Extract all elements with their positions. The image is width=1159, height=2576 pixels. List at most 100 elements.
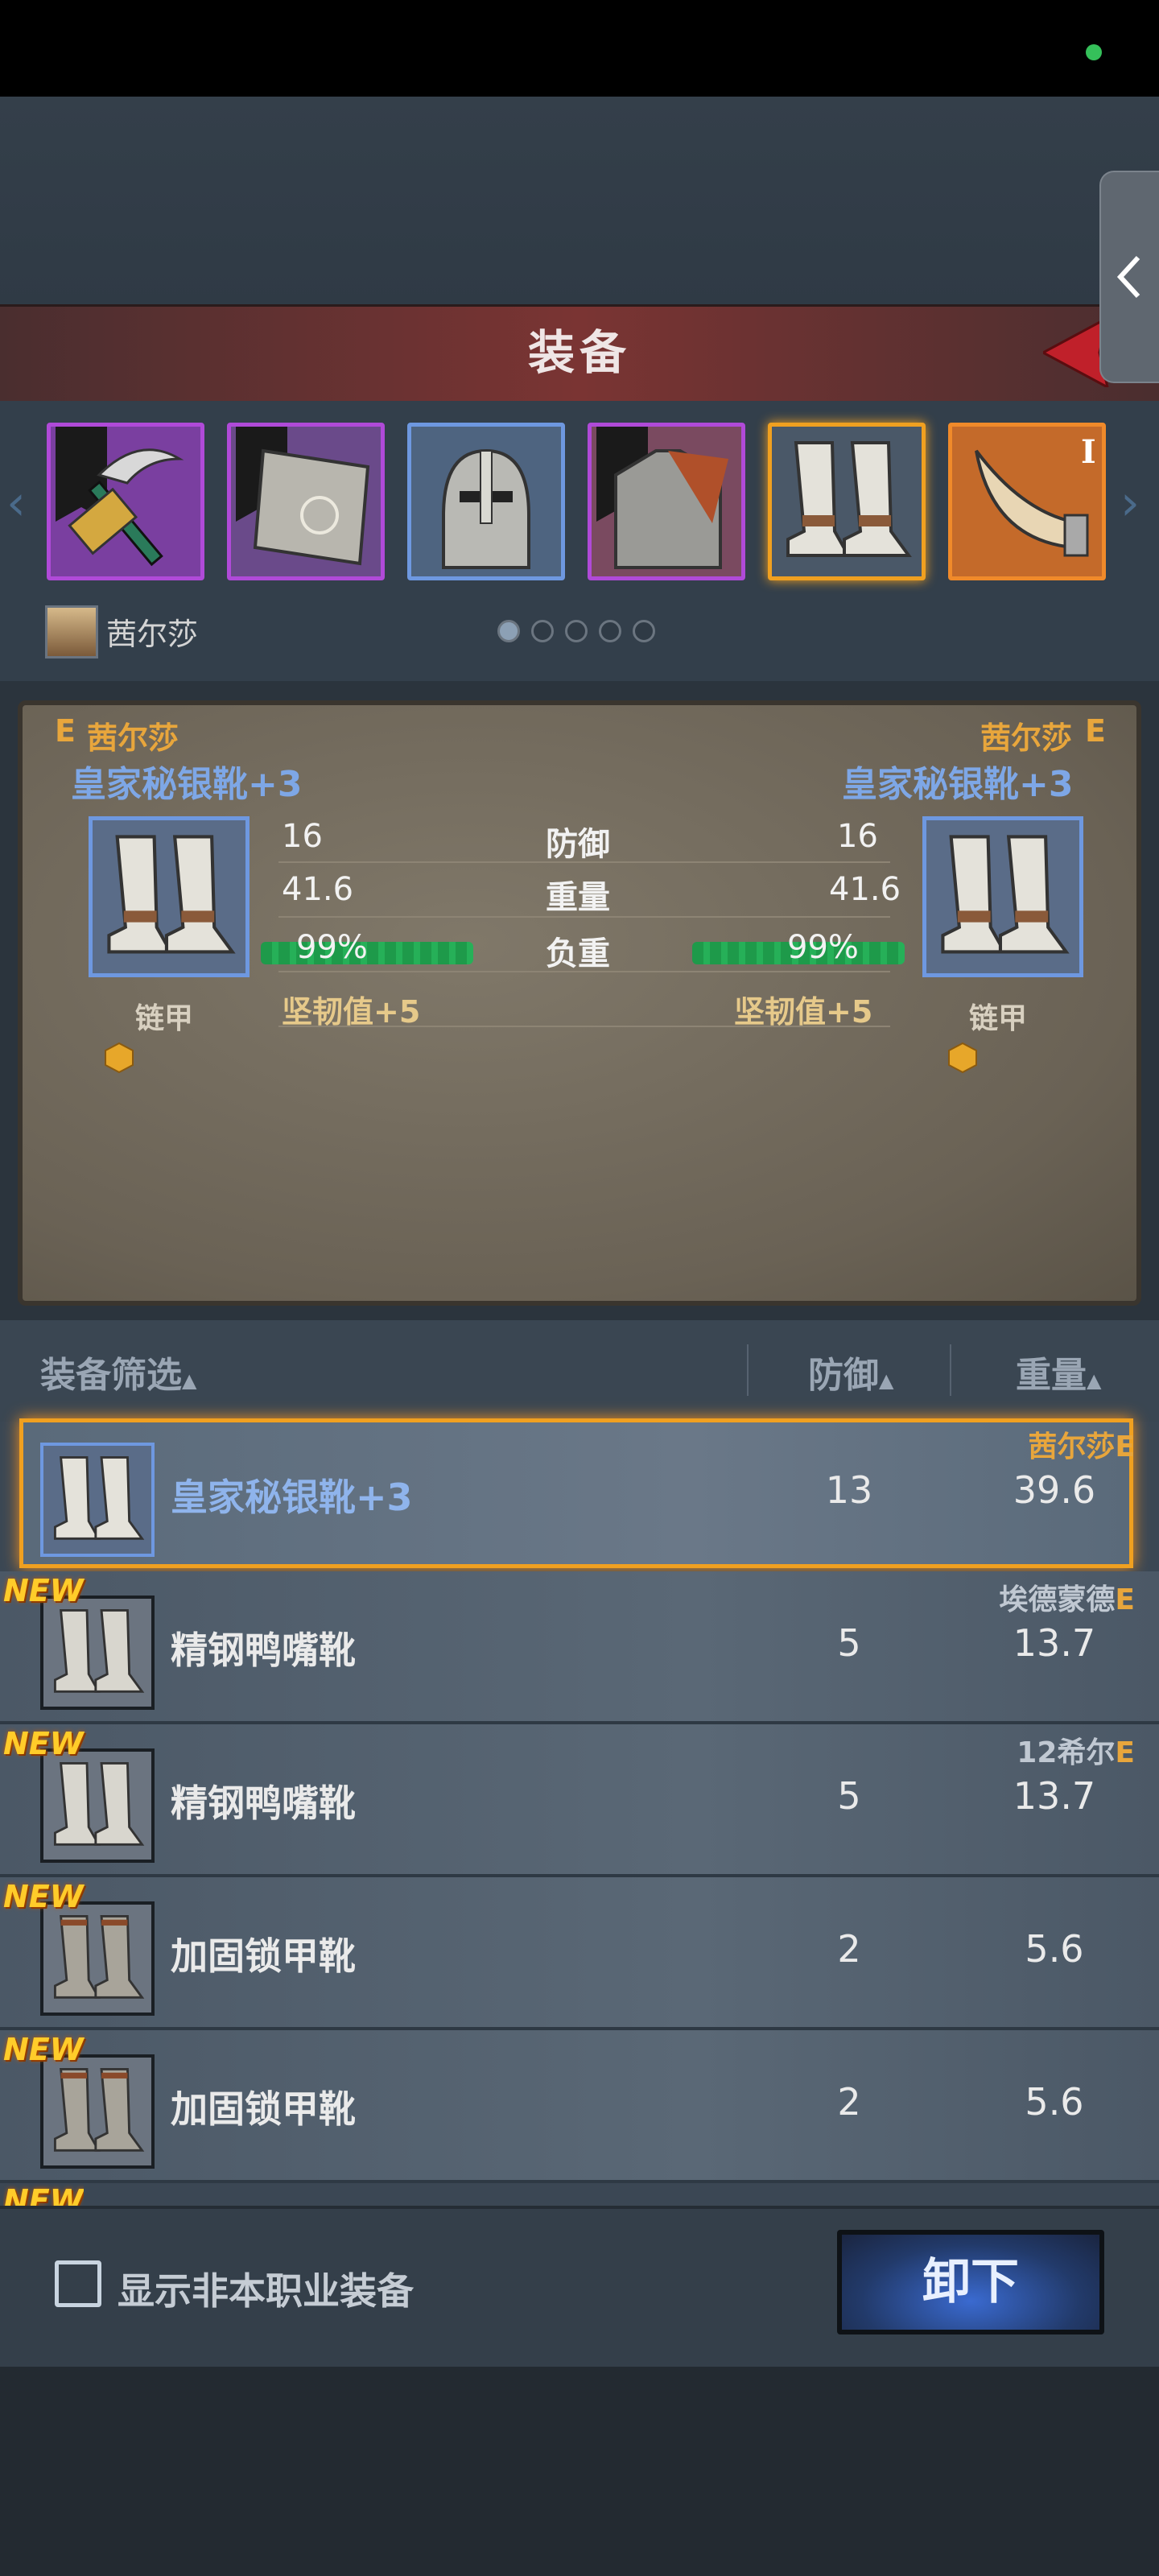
right-armor-type: 链甲: [969, 1002, 1028, 1035]
left-owner-prefix: E: [55, 713, 76, 749]
slot-prev-arrow-icon[interactable]: ‹: [6, 475, 26, 531]
right-load: 99%: [787, 929, 859, 966]
filter-label: 装备筛选: [40, 1355, 182, 1396]
item-name: 皇家秘银靴+3: [171, 1476, 413, 1519]
boots-icon: [53, 1761, 145, 1846]
right-defense: 16: [837, 818, 878, 855]
item-defense: 2: [837, 2080, 861, 2124]
row-divider: [0, 2180, 1159, 2183]
right-item-name: 皇家秘银靴+3: [842, 764, 1074, 805]
divider: [278, 916, 890, 918]
slot-tier: I: [1081, 433, 1096, 471]
bottom-background: [0, 2367, 1159, 2576]
new-badge: NEW: [3, 2032, 84, 2067]
slot-chest-armor[interactable]: [588, 423, 745, 580]
right-owner: 茜尔莎: [980, 720, 1073, 756]
divider: [278, 971, 890, 972]
weight-sort-header[interactable]: 重量▲: [1016, 1346, 1101, 1397]
gem-icon: [105, 1042, 134, 1074]
slot-horn[interactable]: I: [948, 423, 1106, 580]
page-dot-1[interactable]: [497, 620, 520, 642]
slot-shield[interactable]: [227, 423, 385, 580]
right-weight: 41.6: [829, 871, 901, 908]
left-load: 99%: [296, 929, 368, 966]
new-badge: NEW: [3, 1573, 84, 1608]
item-owner: 12希尔E: [1017, 1736, 1135, 1769]
item-icon: [40, 1901, 155, 2016]
left-armor-type: 链甲: [135, 1002, 194, 1035]
left-item-name: 皇家秘银靴+3: [71, 764, 303, 805]
boots-icon: [941, 835, 1070, 954]
boots-icon: [53, 1455, 145, 1540]
left-owner: 茜尔莎: [87, 720, 179, 756]
item-defense: 2: [837, 1927, 861, 1971]
item-icon: [40, 1748, 155, 1863]
slot-next-arrow-icon[interactable]: ›: [1120, 475, 1140, 531]
slot-helmet[interactable]: [407, 423, 565, 580]
column-separator: [747, 1344, 749, 1396]
chain-boots-icon: [53, 2067, 145, 2152]
item-weight: 13.7: [1013, 1774, 1096, 1818]
list-item[interactable]: NEW 精钢鸭嘴靴 5 13.7 12希尔E: [0, 1724, 1159, 1877]
filter-header[interactable]: 装备筛选▲: [40, 1346, 196, 1397]
slot-pickaxe[interactable]: [47, 423, 204, 580]
item-defense: 13: [825, 1468, 873, 1512]
side-drawer-tab[interactable]: [1099, 171, 1159, 383]
left-defense: 16: [282, 818, 323, 855]
label-load: 负重: [546, 935, 610, 972]
item-name: 加固锁甲靴: [171, 2087, 356, 2131]
gem-icon: [948, 1042, 977, 1074]
item-owner: 埃德蒙德E: [999, 1583, 1135, 1616]
list-item[interactable]: NEW 精钢鸭嘴靴 5 13.7 埃德蒙德E: [0, 1571, 1159, 1724]
left-toughness: 坚韧值+5: [282, 994, 421, 1030]
list-item[interactable]: 皇家秘银靴+3 13 39.6 茜尔莎E: [0, 1418, 1159, 1571]
page-title: 装备: [527, 325, 631, 380]
boots-icon: [53, 1608, 145, 1693]
show-other-class-checkbox[interactable]: [55, 2260, 101, 2307]
slot-boots[interactable]: [768, 423, 926, 580]
status-indicator-icon: [1086, 44, 1102, 60]
list-item[interactable]: NEW 加固锁甲靴 2 5.6: [0, 1877, 1159, 2030]
unequip-button[interactable]: 卸下: [837, 2230, 1104, 2334]
defense-header-label: 防御: [808, 1355, 879, 1396]
item-defense: 5: [837, 1774, 861, 1818]
label-defense: 防御: [546, 826, 610, 863]
chest-armor-icon: [614, 449, 728, 569]
item-name: 精钢鸭嘴靴: [171, 1781, 356, 1825]
sort-up-icon: ▲: [182, 1369, 197, 1392]
defense-sort-header[interactable]: 防御▲: [808, 1346, 893, 1397]
item-icon: [40, 1443, 155, 1557]
page-dot-5[interactable]: [633, 620, 655, 642]
top-background: [0, 97, 1159, 306]
item-name: 精钢鸭嘴靴: [171, 1629, 356, 1672]
status-bar: [0, 0, 1159, 97]
left-item-icon: [89, 816, 250, 977]
boots-icon: [107, 835, 236, 954]
item-defense: 5: [837, 1621, 861, 1665]
label-weight: 重量: [546, 879, 610, 916]
sort-up-icon: ▲: [879, 1369, 894, 1392]
new-badge: NEW: [3, 1879, 84, 1914]
right-owner-suffix: E: [1085, 713, 1106, 749]
chain-boots-icon: [53, 1914, 145, 1999]
boots-icon: [786, 441, 912, 557]
item-weight: 5.6: [1025, 2080, 1084, 2124]
page-dot-3[interactable]: [565, 620, 588, 642]
page-dot-2[interactable]: [531, 620, 554, 642]
right-item-icon: [922, 816, 1083, 977]
character-name: 茜尔莎: [106, 617, 199, 652]
new-badge: NEW: [3, 2183, 84, 2206]
horn-icon: I: [975, 433, 1096, 557]
shield-icon: [253, 448, 370, 566]
checkbox-label[interactable]: 显示非本职业装备: [118, 2262, 414, 2315]
item-name: 加固锁甲靴: [171, 1934, 356, 1978]
item-icon: [40, 1596, 155, 1710]
pickaxe-icon: [68, 448, 184, 567]
item-weight: 39.6: [1013, 1468, 1096, 1512]
page-dot-4[interactable]: [599, 620, 621, 642]
right-toughness: 坚韧值+5: [734, 994, 873, 1030]
list-item[interactable]: NEW 加固锁甲靴 2 5.6: [0, 2030, 1159, 2183]
compare-panel: E 茜尔莎 皇家秘银靴+3 链甲 16 41.6 99% 坚韧值+5 防御 重量…: [18, 700, 1141, 1306]
chevron-left-icon: [1116, 255, 1140, 299]
item-owner: 茜尔莎E: [1028, 1430, 1135, 1463]
